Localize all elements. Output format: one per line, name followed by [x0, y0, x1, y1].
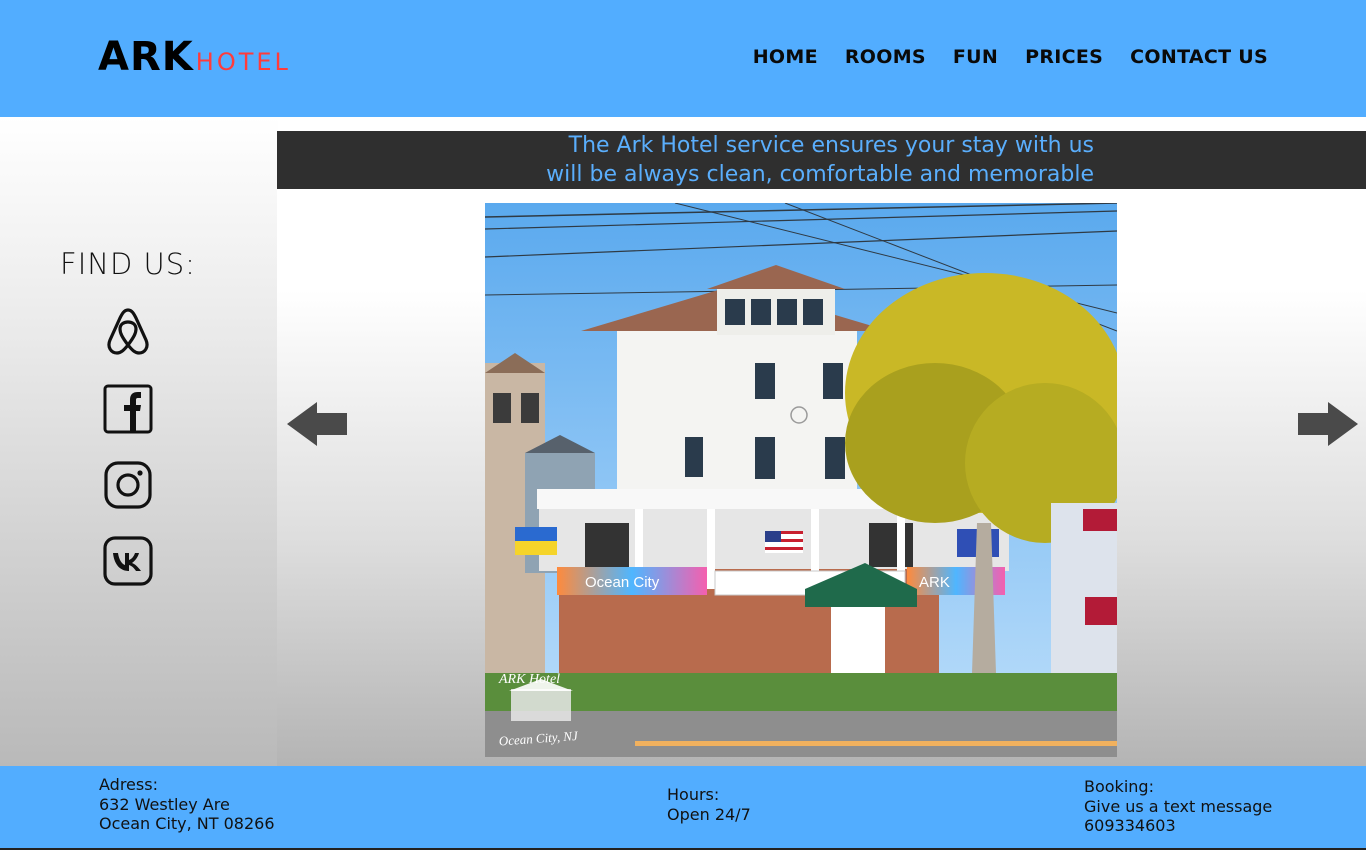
facebook-icon	[103, 384, 153, 434]
logo[interactable]: ARK HOTEL	[98, 34, 291, 80]
arrow-right-icon	[1298, 402, 1358, 446]
airbnb-link[interactable]	[103, 306, 153, 356]
find-us-heading: FIND US:	[60, 247, 196, 281]
banner-line-2: will be always clean, comfortable and me…	[546, 162, 1094, 187]
nav-home[interactable]: HOME	[753, 46, 818, 68]
address-line-2: Ocean City, NT 08266	[99, 814, 275, 833]
nav-rooms[interactable]: ROOMS	[845, 46, 926, 68]
photo-sign-left: Ocean City	[585, 574, 660, 591]
hours-block: Hours: Open 24/7	[667, 785, 751, 824]
facebook-link[interactable]	[103, 384, 153, 434]
booking-message: Give us a text message	[1084, 796, 1273, 816]
nav-contact-us[interactable]: CONTACT US	[1130, 46, 1268, 68]
airbnb-icon	[107, 308, 149, 355]
booking-label: Booking:	[1084, 777, 1154, 796]
arrow-left-icon	[287, 402, 347, 446]
hotel-photo: Ocean City ARK ARK Hotel Ocean City, NJ	[485, 203, 1117, 757]
site-header: ARK HOTEL HOME ROOMS FUN PRICES CONTACT …	[0, 0, 1366, 117]
address-block: Adress: 632 Westley Are Ocean City, NT 0…	[99, 775, 275, 834]
site-footer: Adress: 632 Westley Are Ocean City, NT 0…	[0, 766, 1366, 850]
service-banner: The Ark Hotel service ensures your stay …	[277, 131, 1366, 189]
main-nav: HOME ROOMS FUN PRICES CONTACT US	[753, 46, 1268, 68]
address-line-1: 632 Westley Are	[99, 794, 230, 814]
hours-value: Open 24/7	[667, 804, 751, 824]
hero-section: The Ark Hotel service ensures your stay …	[277, 131, 1366, 766]
hours-label: Hours:	[667, 785, 720, 804]
vk-icon	[103, 536, 153, 586]
vk-link[interactable]	[103, 536, 153, 586]
address-label: Adress:	[99, 775, 158, 794]
nav-prices[interactable]: PRICES	[1025, 46, 1103, 68]
logo-hotel: HOTEL	[195, 48, 291, 76]
instagram-icon	[104, 461, 152, 509]
banner-line-1: The Ark Hotel service ensures your stay …	[568, 133, 1094, 158]
nav-fun[interactable]: FUN	[953, 46, 998, 68]
find-us-sidebar: FIND US:	[0, 117, 278, 766]
carousel-prev-button[interactable]	[287, 402, 349, 446]
photo-sign-right: ARK	[919, 574, 950, 591]
carousel-next-button[interactable]	[1296, 402, 1358, 446]
booking-phone[interactable]: 609334603	[1084, 816, 1272, 836]
booking-block: Booking: Give us a text message 60933460…	[1084, 777, 1272, 836]
logo-ark: ARK	[98, 34, 194, 80]
instagram-link[interactable]	[103, 460, 153, 510]
